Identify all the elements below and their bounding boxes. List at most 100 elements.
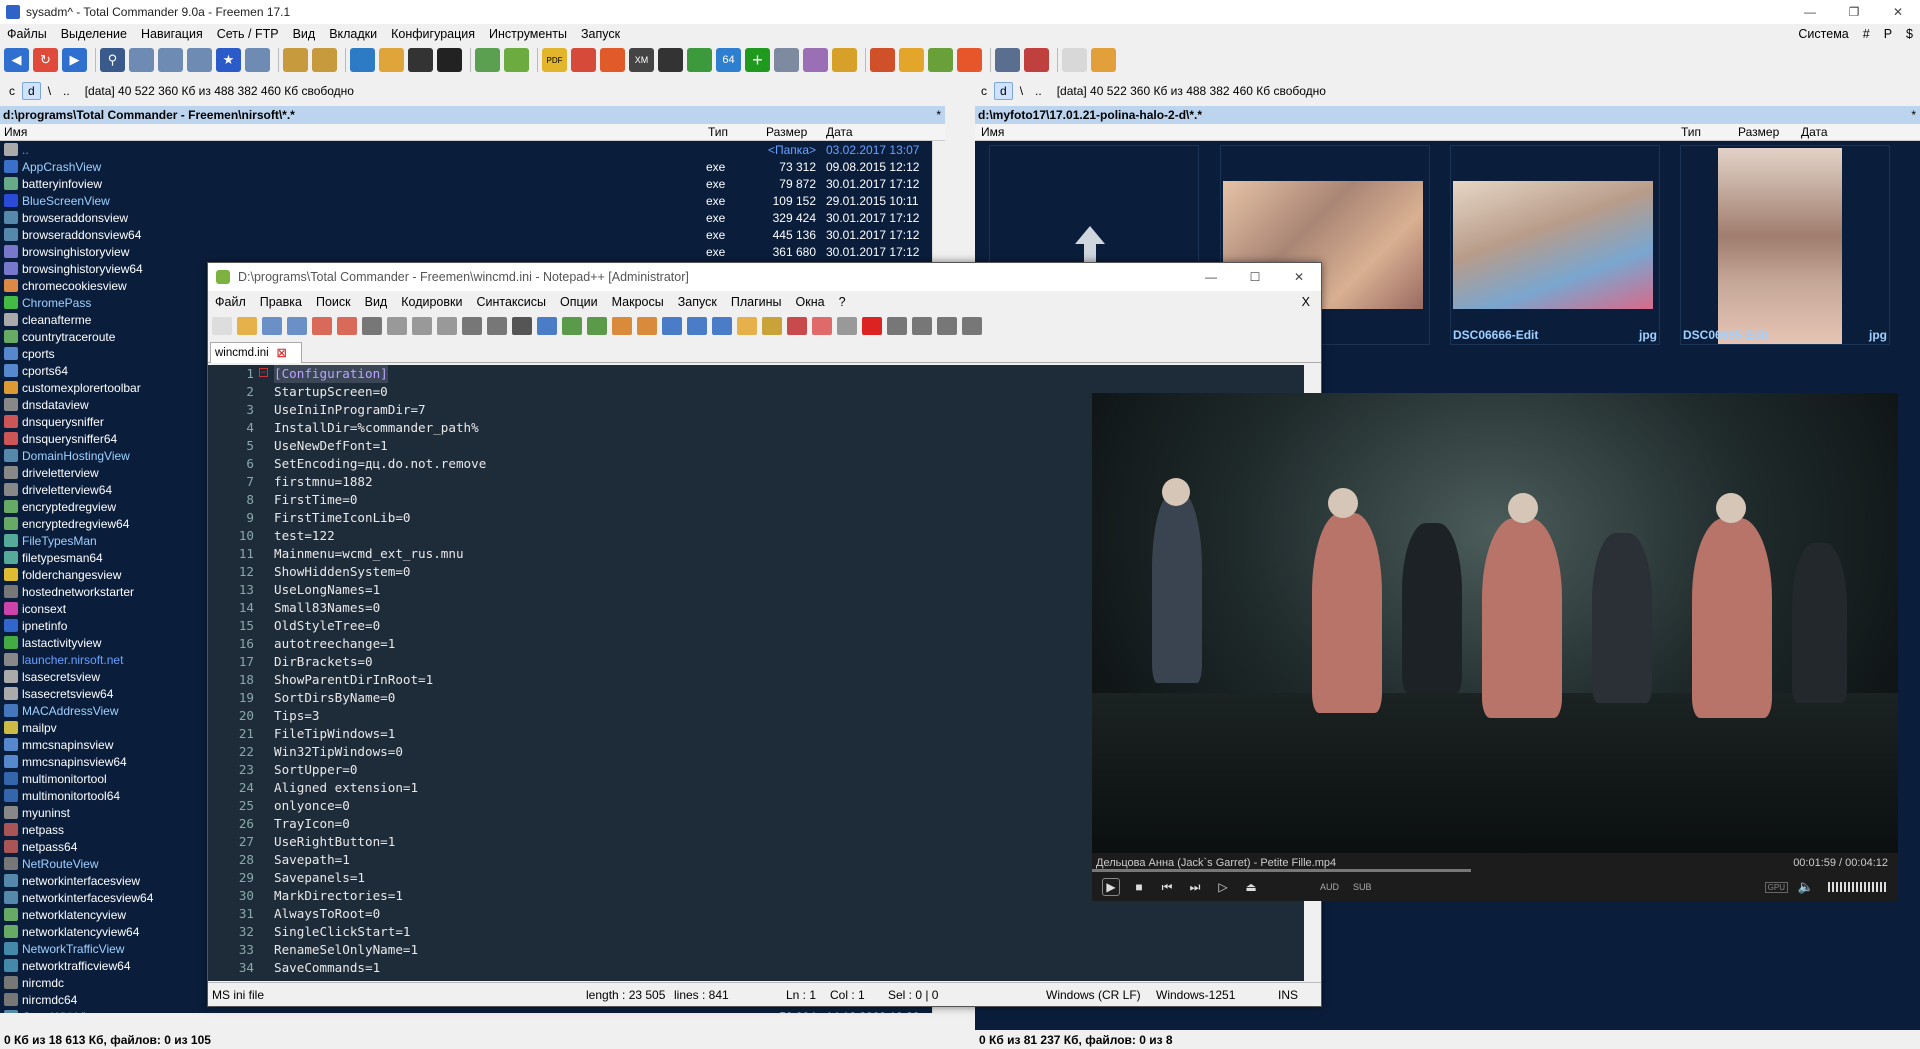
save-macro-icon[interactable] xyxy=(962,317,982,335)
all-chars-icon[interactable] xyxy=(687,317,707,335)
npp-close-doc[interactable]: X xyxy=(1295,295,1317,309)
editor-icon[interactable] xyxy=(504,48,529,72)
npp-menu-file[interactable]: Файл xyxy=(208,295,253,309)
list-icon[interactable] xyxy=(245,48,270,72)
forward-icon[interactable]: ▶ xyxy=(62,48,87,72)
powershell-icon[interactable] xyxy=(437,48,462,72)
video-icon[interactable] xyxy=(658,48,683,72)
right-path-filter[interactable]: * xyxy=(1911,108,1916,122)
tab-close-icon[interactable]: ☒ xyxy=(277,347,287,360)
col-date[interactable]: Дата xyxy=(826,125,853,139)
file-row[interactable]: BlueScreenView exe 109 152 29.01.2015 10:11 xyxy=(0,192,932,209)
file-row[interactable]: browseraddonsview exe 329 424 30.01.2017 17… xyxy=(0,209,932,226)
play-macro-icon[interactable] xyxy=(912,317,932,335)
tools-icon[interactable] xyxy=(832,48,857,72)
menu-system[interactable]: Система xyxy=(1791,27,1855,41)
npp-menu-plugins[interactable]: Плагины xyxy=(724,295,789,309)
full-view-icon[interactable] xyxy=(158,48,183,72)
tree-view-icon[interactable] xyxy=(187,48,212,72)
viewer-eye-icon[interactable] xyxy=(600,48,625,72)
back-icon[interactable]: ◀ xyxy=(4,48,29,72)
menu-p[interactable]: P xyxy=(1877,27,1899,41)
menu-files[interactable]: Файлы xyxy=(0,27,54,41)
npp-menu-view[interactable]: Вид xyxy=(358,295,395,309)
tab-wincmd-ini[interactable]: wincmd.ini ☒ xyxy=(210,342,302,363)
maximize-button[interactable]: ❐ xyxy=(1832,0,1876,24)
frame-step-icon[interactable]: ▷ xyxy=(1214,878,1232,896)
copy-icon[interactable] xyxy=(412,317,432,335)
seek-bar[interactable] xyxy=(1092,869,1471,872)
torrent-icon[interactable] xyxy=(687,48,712,72)
npp-menu-language[interactable]: Синтаксисы xyxy=(469,295,553,309)
col-type[interactable]: Тип xyxy=(1681,125,1701,139)
fold-marker-icon[interactable]: − xyxy=(259,368,268,377)
npp-menu-help[interactable]: ? xyxy=(832,295,853,309)
file-row[interactable]: batteryinfoview exe 79 872 30.01.2017 17:12 xyxy=(0,175,932,192)
file-row[interactable]: OpenWithView exe 59 904 14.12.2009 19:38 xyxy=(0,1008,932,1013)
menu-selection[interactable]: Выделение xyxy=(54,27,134,41)
npp-menu-search[interactable]: Поиск xyxy=(309,295,358,309)
find-icon[interactable] xyxy=(512,317,532,335)
left-path-filter[interactable]: * xyxy=(936,108,941,122)
plus-icon[interactable]: + xyxy=(745,48,770,72)
npp-menu-windows[interactable]: Окна xyxy=(789,295,832,309)
eye-icon[interactable] xyxy=(837,317,857,335)
drive-root[interactable]: \ xyxy=(1015,83,1028,99)
refresh-icon[interactable]: ↻ xyxy=(33,48,58,72)
file-row[interactable]: AppCrashView exe 73 312 09.08.2015 12:12 xyxy=(0,158,932,175)
xm-icon[interactable]: XM xyxy=(629,48,654,72)
disk-icon[interactable] xyxy=(774,48,799,72)
close-button[interactable]: ✕ xyxy=(1876,0,1920,24)
next-icon[interactable]: ⏭ xyxy=(1186,878,1204,896)
settings-ring-icon[interactable] xyxy=(957,48,982,72)
pdf-icon[interactable]: PDF xyxy=(542,48,567,72)
wrap-icon[interactable] xyxy=(662,317,682,335)
subtitle-button[interactable]: SUB xyxy=(1353,882,1372,892)
cut-icon[interactable] xyxy=(387,317,407,335)
new-file-icon[interactable] xyxy=(1062,48,1087,72)
col-date[interactable]: Дата xyxy=(1801,125,1828,139)
drive-d[interactable]: d xyxy=(994,82,1013,100)
menu-view[interactable]: Вид xyxy=(286,27,323,41)
menu-tabs[interactable]: Вкладки xyxy=(322,27,384,41)
close-button[interactable]: ✕ xyxy=(1277,263,1321,291)
monitor-icon[interactable] xyxy=(812,317,832,335)
zoom-out-icon[interactable] xyxy=(587,317,607,335)
folder-workspace-icon[interactable] xyxy=(787,317,807,335)
print-icon[interactable] xyxy=(362,317,382,335)
file-row[interactable]: browsinghistoryview exe 361 680 30.01.2017 … xyxy=(0,243,932,260)
audio-button[interactable]: AUD xyxy=(1320,882,1339,892)
col-name[interactable]: Имя xyxy=(981,125,1004,139)
zoom-in-icon[interactable] xyxy=(562,317,582,335)
drive-c[interactable]: c xyxy=(4,83,20,99)
panel-left-icon[interactable] xyxy=(995,48,1020,72)
sync-h-icon[interactable] xyxy=(637,317,657,335)
new-icon[interactable] xyxy=(212,317,232,335)
drive-up[interactable]: .. xyxy=(1030,83,1047,99)
search-icon[interactable]: ⚲ xyxy=(100,48,125,72)
close-all-icon[interactable] xyxy=(337,317,357,335)
video-frame[interactable] xyxy=(1092,393,1898,853)
menu-launch[interactable]: Запуск xyxy=(574,27,627,41)
menu-configuration[interactable]: Конфигурация xyxy=(384,27,482,41)
thumbnail-photo-3[interactable]: DSC06685-Edit jpg xyxy=(1680,145,1890,345)
sync-icon[interactable] xyxy=(870,48,895,72)
previous-icon[interactable]: ⏮ xyxy=(1158,878,1176,896)
computer-icon[interactable] xyxy=(350,48,375,72)
file-row[interactable]: browseraddonsview64 exe 445 136 30.01.2017 … xyxy=(0,226,932,243)
drive-d[interactable]: d xyxy=(22,82,41,100)
file-row[interactable]: .. <Папка> 03.02.2017 13:07 xyxy=(0,141,932,158)
open-icon[interactable] xyxy=(237,317,257,335)
favorites-star-icon[interactable]: ★ xyxy=(216,48,241,72)
record-macro-icon[interactable] xyxy=(862,317,882,335)
stop-macro-icon[interactable] xyxy=(887,317,907,335)
redo-icon[interactable] xyxy=(487,317,507,335)
minimize-button[interactable]: — xyxy=(1788,0,1832,24)
npp-menu-run[interactable]: Запуск xyxy=(671,295,724,309)
cmd-icon[interactable] xyxy=(408,48,433,72)
col-name[interactable]: Имя xyxy=(4,125,27,139)
stop-icon[interactable]: ■ xyxy=(1130,878,1148,896)
npp-menu-macros[interactable]: Макросы xyxy=(605,295,671,309)
unpack-icon[interactable] xyxy=(312,48,337,72)
doc-map-icon[interactable] xyxy=(737,317,757,335)
